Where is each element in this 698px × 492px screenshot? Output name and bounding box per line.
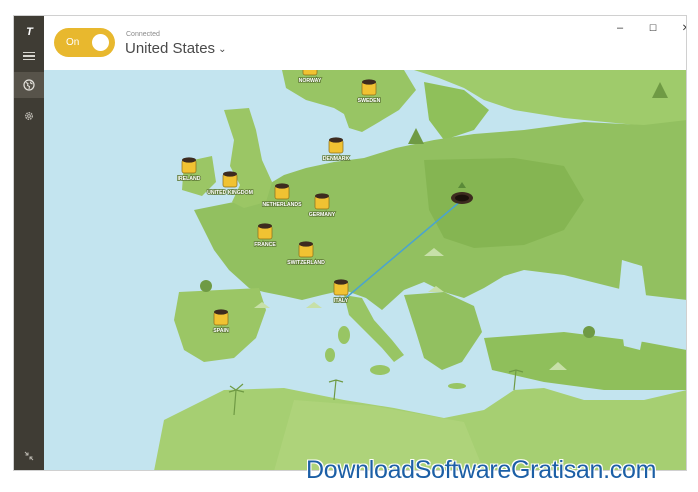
app-window: T On Connected United States ⌄ – ☐ NORWA… [13,15,687,471]
watermark: DownloadSoftwareGratisan.com [306,456,657,484]
world-map[interactable]: NORWAY SWEDEN DENMARK IRELAND UNITED KINGDOM… [44,70,686,470]
gear-icon [25,112,33,120]
top-bar: On Connected United States ⌄ – ☐ ✕ [44,16,686,71]
connection-status: Connected [126,31,160,38]
country-selector[interactable]: United States ⌄ [125,40,226,57]
app-logo: T [26,26,33,38]
vpn-toggle[interactable]: On [54,28,115,57]
marker-label: UNITED KINGDOM [207,190,253,196]
marker-label: NETHERLANDS [262,202,302,208]
chevron-down-icon: ⌄ [218,44,227,55]
marker-label: FRANCE [254,242,276,248]
map-view-button[interactable] [14,72,44,98]
map-canvas: NORWAY SWEDEN DENMARK IRELAND UNITED KINGDOM… [44,70,686,470]
marker-label: SWEDEN [358,98,381,104]
close-button[interactable]: ✕ [672,20,686,36]
marker-label: NORWAY [299,78,322,84]
settings-button[interactable] [14,103,44,129]
globe-icon [23,79,35,91]
marker-label: GERMANY [309,212,336,218]
country-name: United States [125,40,216,57]
marker-label: ITALY [334,298,349,304]
marker-label: SWITZERLAND [287,260,325,266]
marker-label: DENMARK [323,156,350,162]
toggle-knob [92,34,109,51]
maximize-button[interactable]: ☐ [639,20,667,36]
marker-label: SPAIN [213,328,229,334]
menu-button[interactable] [14,43,44,69]
toggle-label: On [66,37,80,48]
collapse-button[interactable] [14,443,44,469]
hamburger-icon [23,50,35,63]
server-marker-italy[interactable]: ITALY [333,279,349,305]
marker-label: IRELAND [177,176,200,182]
server-marker-spain[interactable]: SPAIN [212,309,230,335]
sidebar: T [14,16,44,470]
collapse-icon [24,451,34,461]
minimize-button[interactable]: – [606,20,634,36]
